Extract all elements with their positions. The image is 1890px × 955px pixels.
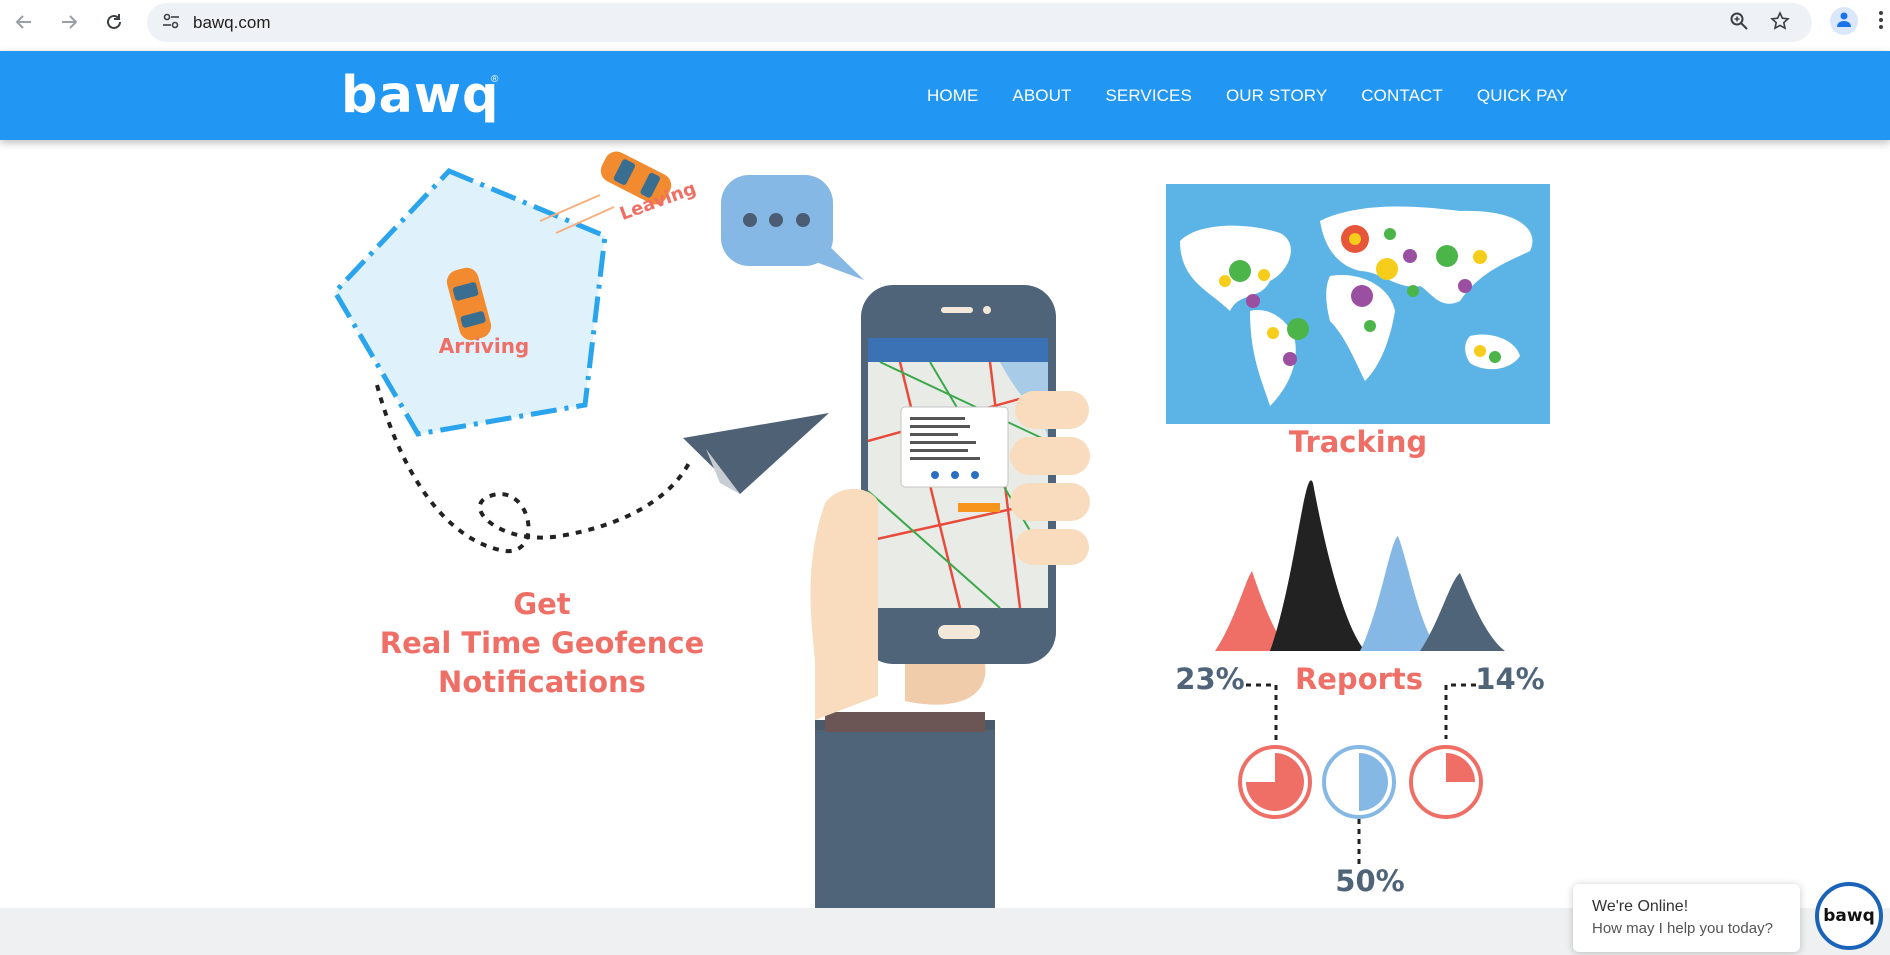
- pie-50-percent: [1322, 745, 1396, 819]
- headline-line-1: Get: [513, 587, 571, 621]
- site-info-icon: [161, 11, 181, 36]
- zoom-button[interactable]: [1726, 10, 1752, 36]
- bookmark-star-icon: [1770, 10, 1790, 36]
- arriving-label: Arriving: [438, 334, 530, 358]
- main-nav: HOME ABOUT SERVICES OUR STORY CONTACT QU…: [927, 51, 1602, 140]
- forward-button[interactable]: [54, 9, 84, 39]
- chat-subtitle: How may I help you today?: [1592, 920, 1773, 937]
- nav-our-story[interactable]: OUR STORY: [1226, 86, 1327, 106]
- paper-plane-icon: [683, 413, 829, 494]
- profile-button[interactable]: [1830, 7, 1858, 35]
- profile-icon: [1835, 10, 1853, 33]
- pie-23-percent: [1238, 745, 1312, 819]
- browser-menu-button[interactable]: [1874, 9, 1888, 35]
- world-map-panel: [1166, 184, 1550, 424]
- address-bar[interactable]: bawq.com: [147, 3, 1812, 42]
- reports-label: Reports: [1294, 662, 1424, 696]
- zoom-icon: [1729, 11, 1749, 36]
- arm-illustration: [815, 712, 995, 908]
- chat-launcher-button[interactable]: bawq: [1815, 882, 1883, 950]
- percent-50-label: 50%: [1335, 864, 1405, 898]
- forward-arrow-icon: [60, 13, 78, 36]
- hero-illustration: Arriving Leaving Get Real Time Geofence …: [0, 141, 1890, 908]
- back-button[interactable]: [9, 9, 39, 39]
- site-logo[interactable]: bawq ®: [341, 68, 511, 124]
- nav-services[interactable]: SERVICES: [1105, 86, 1191, 106]
- percent-14-label: 14%: [1475, 662, 1545, 696]
- headline-line-2: Real Time Geofence: [379, 626, 705, 660]
- browser-toolbar: bawq.com: [0, 0, 1890, 52]
- reports-peaks-graphic: [1215, 480, 1505, 651]
- chat-prompt-bubble[interactable]: We're Online! How may I help you today?: [1573, 884, 1800, 952]
- pie-14-percent: [1409, 745, 1483, 819]
- registered-mark: ®: [491, 74, 499, 85]
- headline-line-3: Notifications: [438, 665, 646, 699]
- url-text[interactable]: bawq.com: [193, 3, 270, 42]
- speech-bubble-icon: [721, 175, 864, 280]
- reload-button[interactable]: [99, 9, 129, 39]
- reload-icon: [105, 13, 123, 36]
- back-arrow-icon: [15, 13, 33, 36]
- geofence-headline: Get Real Time Geofence Notifications: [362, 585, 722, 702]
- menu-icon: [1878, 10, 1884, 35]
- logo-text: bawq: [341, 66, 500, 125]
- nav-quick-pay[interactable]: QUICK PAY: [1477, 86, 1568, 106]
- bookmark-button[interactable]: [1767, 10, 1793, 36]
- nav-about[interactable]: ABOUT: [1012, 86, 1071, 106]
- nav-contact[interactable]: CONTACT: [1361, 86, 1443, 106]
- chat-avatar-logo: bawq: [1823, 906, 1875, 926]
- nav-home[interactable]: HOME: [927, 86, 978, 106]
- tracking-label: Tracking: [1288, 425, 1428, 459]
- percent-23-label: 23%: [1175, 662, 1245, 696]
- site-info-button[interactable]: [159, 11, 183, 35]
- chat-title: We're Online!: [1592, 898, 1689, 915]
- site-header: bawq ® HOME ABOUT SERVICES OUR STORY CON…: [0, 51, 1890, 140]
